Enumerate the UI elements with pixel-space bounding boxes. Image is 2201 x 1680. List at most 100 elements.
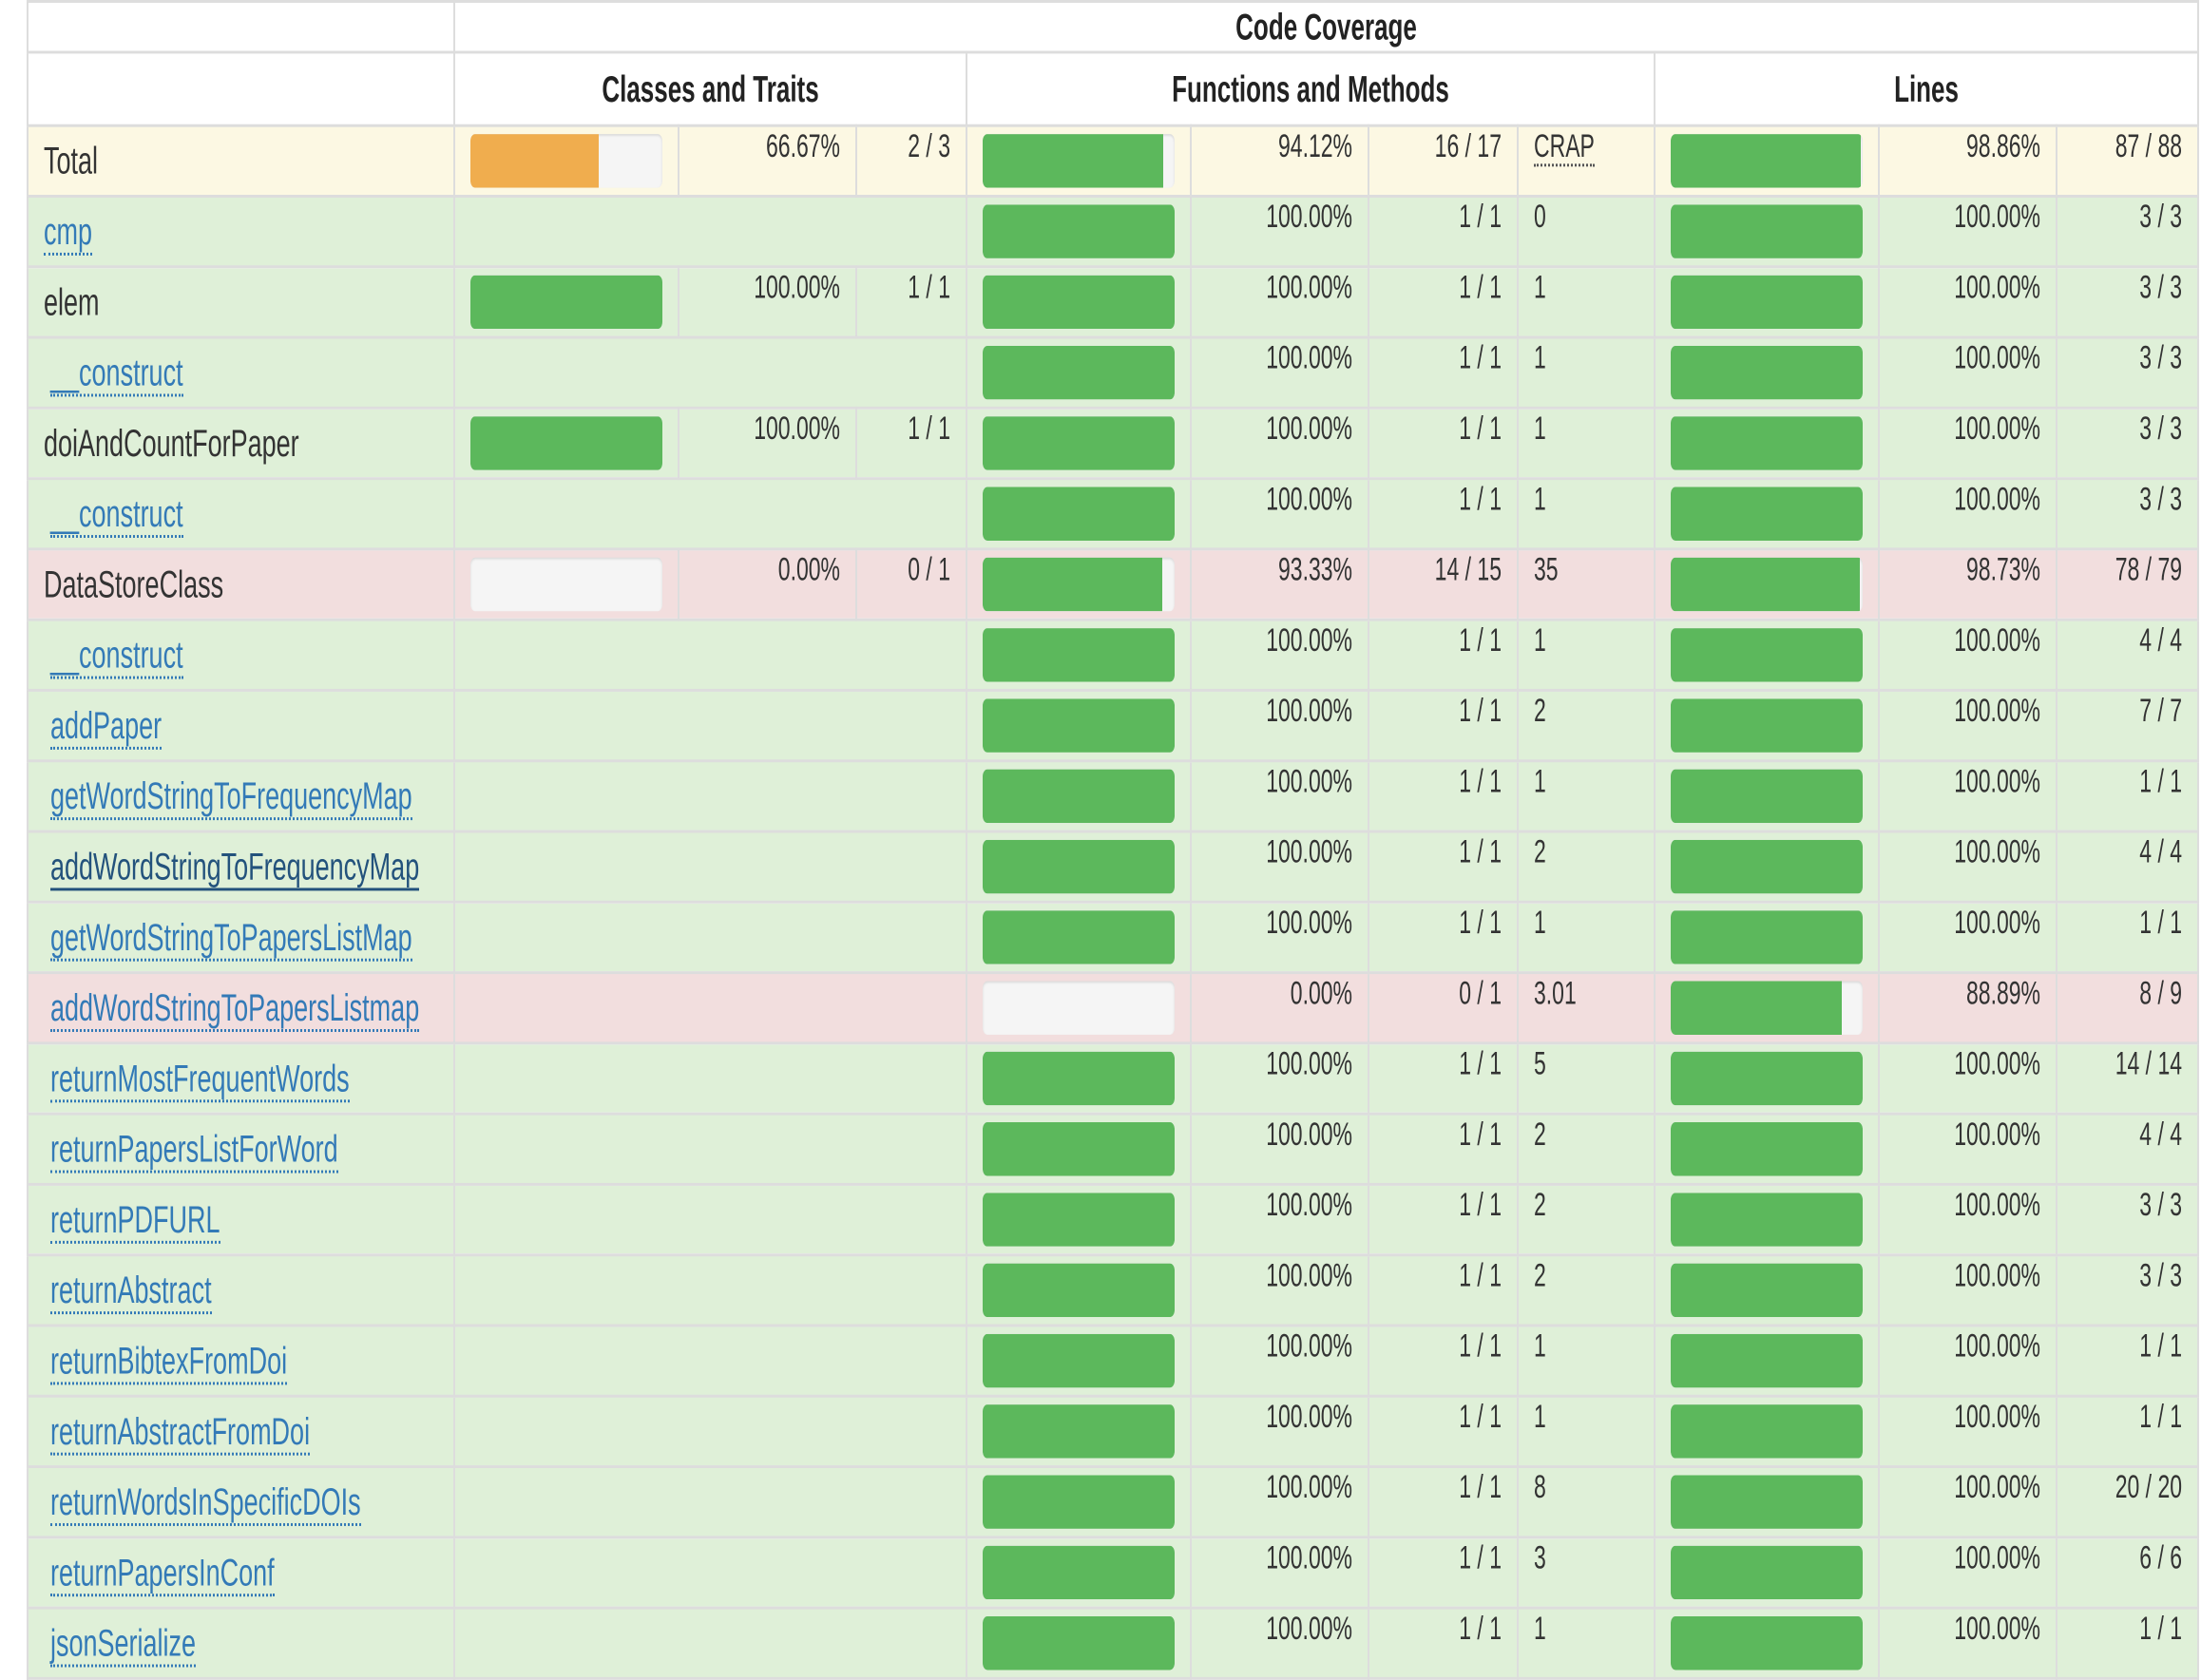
methods-count: 1 / 1 bbox=[1368, 688, 1519, 763]
methods-coverage-bar-cell bbox=[966, 1606, 1192, 1680]
lines-coverage-bar-cell bbox=[1654, 759, 1880, 833]
lines-coverage-bar-fill bbox=[1671, 204, 1863, 258]
crap-cell: 3 bbox=[1517, 1536, 1656, 1610]
class-name: elem bbox=[44, 279, 100, 323]
lines-coverage-bar bbox=[1671, 1616, 1863, 1670]
lines-coverage-bar bbox=[1671, 487, 1863, 541]
lines-percent: 100.00% bbox=[1878, 688, 2057, 763]
lines-coverage-bar bbox=[1671, 1475, 1863, 1529]
methods-count: 1 / 1 bbox=[1368, 195, 1519, 269]
lines-count: 3 / 3 bbox=[2055, 335, 2200, 410]
crap-value: 1 bbox=[1534, 480, 1546, 517]
lines-percent: 100.00% bbox=[1878, 1324, 2057, 1398]
classes-coverage-bar-cell bbox=[453, 406, 679, 481]
methods-coverage-bar bbox=[983, 345, 1175, 400]
table-row: __construct 100.00% 1 / 1 1 100.00% 4 / 4 bbox=[27, 618, 2200, 692]
header-blank bbox=[27, 0, 455, 54]
lines-coverage-bar-fill bbox=[1671, 1333, 1863, 1388]
methods-coverage-bar-cell bbox=[966, 1041, 1192, 1116]
lines-percent: 88.89% bbox=[1878, 971, 2057, 1045]
method-link[interactable]: returnBibtexFromDoi bbox=[50, 1339, 288, 1384]
lines-coverage-bar-cell bbox=[1654, 1324, 1880, 1398]
methods-coverage-bar bbox=[983, 628, 1175, 682]
lines-count: 7 / 7 bbox=[2055, 688, 2200, 763]
lines-coverage-bar-cell bbox=[1654, 830, 1880, 904]
crap-cell: 1 bbox=[1517, 335, 1656, 410]
methods-coverage-bar bbox=[983, 487, 1175, 541]
method-link[interactable]: returnPapersListForWord bbox=[50, 1127, 338, 1173]
table-row: returnAbstract 100.00% 1 / 1 2 100.00% 3 / 3 bbox=[27, 1253, 2200, 1327]
classes-percent: 100.00% bbox=[678, 265, 857, 339]
methods-count: 1 / 1 bbox=[1368, 1041, 1519, 1116]
methods-coverage-bar-fill bbox=[983, 1545, 1175, 1600]
methods-coverage-bar-cell bbox=[966, 477, 1192, 551]
lines-count: 3 / 3 bbox=[2055, 1253, 2200, 1327]
method-link[interactable]: cmp bbox=[44, 209, 93, 256]
table-row: __construct 100.00% 1 / 1 1 100.00% 3 / 3 bbox=[27, 335, 2200, 410]
method-link[interactable]: addWordStringToFrequencyMap bbox=[50, 845, 420, 890]
method-link[interactable]: getWordStringToPapersListMap bbox=[50, 915, 412, 961]
classes-empty-cell bbox=[453, 1041, 967, 1116]
method-link[interactable]: returnAbstract bbox=[50, 1268, 212, 1314]
methods-percent: 100.00% bbox=[1190, 900, 1369, 975]
methods-coverage-bar-fill bbox=[983, 1333, 1175, 1388]
method-link[interactable]: addWordStringToPapersListmap bbox=[50, 985, 420, 1032]
lines-coverage-bar bbox=[1671, 275, 1863, 330]
methods-coverage-bar-cell bbox=[966, 688, 1192, 763]
classes-empty-cell bbox=[453, 1324, 967, 1398]
method-link[interactable]: getWordStringToFrequencyMap bbox=[50, 773, 412, 820]
methods-coverage-bar-fill bbox=[983, 1051, 1175, 1106]
classes-percent: 100.00% bbox=[678, 406, 857, 481]
methods-coverage-bar bbox=[983, 1122, 1175, 1176]
method-link[interactable]: __construct bbox=[50, 351, 183, 396]
methods-coverage-bar bbox=[983, 557, 1175, 612]
methods-percent: 100.00% bbox=[1190, 1465, 1369, 1539]
lines-coverage-bar bbox=[1671, 698, 1863, 753]
classes-coverage-bar-fill bbox=[470, 134, 599, 188]
method-link[interactable]: jsonSerialize bbox=[50, 1621, 197, 1667]
classes-coverage-bar bbox=[470, 134, 662, 188]
crap-value: 2 bbox=[1534, 832, 1546, 870]
crap-cell: 2 bbox=[1517, 1253, 1656, 1327]
method-link[interactable]: addPaper bbox=[50, 703, 163, 750]
methods-coverage-bar bbox=[983, 1545, 1175, 1600]
method-link[interactable]: __construct bbox=[50, 491, 183, 538]
method-link[interactable]: returnWordsInSpecificDOIs bbox=[50, 1480, 361, 1526]
name-cell: addWordStringToFrequencyMap bbox=[27, 830, 455, 904]
method-link[interactable]: returnMostFrequentWords bbox=[50, 1056, 350, 1102]
classes-coverage-bar-cell bbox=[453, 265, 679, 339]
table-row: getWordStringToFrequencyMap 100.00% 1 / 11… bbox=[27, 759, 2200, 833]
lines-percent: 100.00% bbox=[1878, 265, 2057, 339]
methods-percent: 100.00% bbox=[1190, 830, 1369, 904]
methods-count: 1 / 1 bbox=[1368, 1394, 1519, 1469]
crap-value: 1 bbox=[1534, 338, 1546, 376]
method-link[interactable]: __construct bbox=[50, 633, 183, 678]
lines-coverage-bar-cell bbox=[1654, 1112, 1880, 1186]
lines-coverage-bar-fill bbox=[1671, 345, 1863, 400]
methods-count: 1 / 1 bbox=[1368, 1536, 1519, 1610]
methods-coverage-bar-fill bbox=[983, 1263, 1175, 1318]
lines-coverage-bar-cell bbox=[1654, 124, 1880, 198]
lines-percent: 100.00% bbox=[1878, 1465, 2057, 1539]
crap-value: 1 bbox=[1534, 620, 1546, 659]
lines-coverage-bar-fill bbox=[1671, 1545, 1863, 1600]
methods-coverage-bar-cell bbox=[966, 830, 1192, 904]
method-link[interactable]: returnAbstractFromDoi bbox=[50, 1409, 311, 1455]
classes-percent: 66.67% bbox=[678, 124, 857, 198]
coverage-report: Code Coverage Classes and Traits Functio… bbox=[27, 0, 2200, 1680]
methods-coverage-bar bbox=[983, 839, 1175, 894]
methods-coverage-bar bbox=[983, 1193, 1175, 1247]
table-row: returnBibtexFromDoi 100.00% 1 / 1 1 100.00% 1… bbox=[27, 1324, 2200, 1398]
methods-coverage-bar-cell bbox=[966, 971, 1192, 1045]
method-link[interactable]: returnPDFURL bbox=[50, 1197, 220, 1244]
lines-percent: 100.00% bbox=[1878, 1606, 2057, 1680]
table-row: jsonSerialize 100.00% 1 / 1 1 100.00% 1 / 1 bbox=[27, 1606, 2200, 1680]
lines-coverage-bar bbox=[1671, 628, 1863, 682]
crap-label[interactable]: CRAP bbox=[1534, 128, 1595, 167]
lines-coverage-bar-fill bbox=[1671, 1122, 1863, 1176]
lines-coverage-bar-fill bbox=[1671, 1051, 1863, 1106]
method-link[interactable]: returnPapersInConf bbox=[50, 1550, 275, 1596]
lines-count: 3 / 3 bbox=[2055, 477, 2200, 551]
lines-percent: 100.00% bbox=[1878, 830, 2057, 904]
crap-value: 1 bbox=[1534, 1327, 1546, 1365]
